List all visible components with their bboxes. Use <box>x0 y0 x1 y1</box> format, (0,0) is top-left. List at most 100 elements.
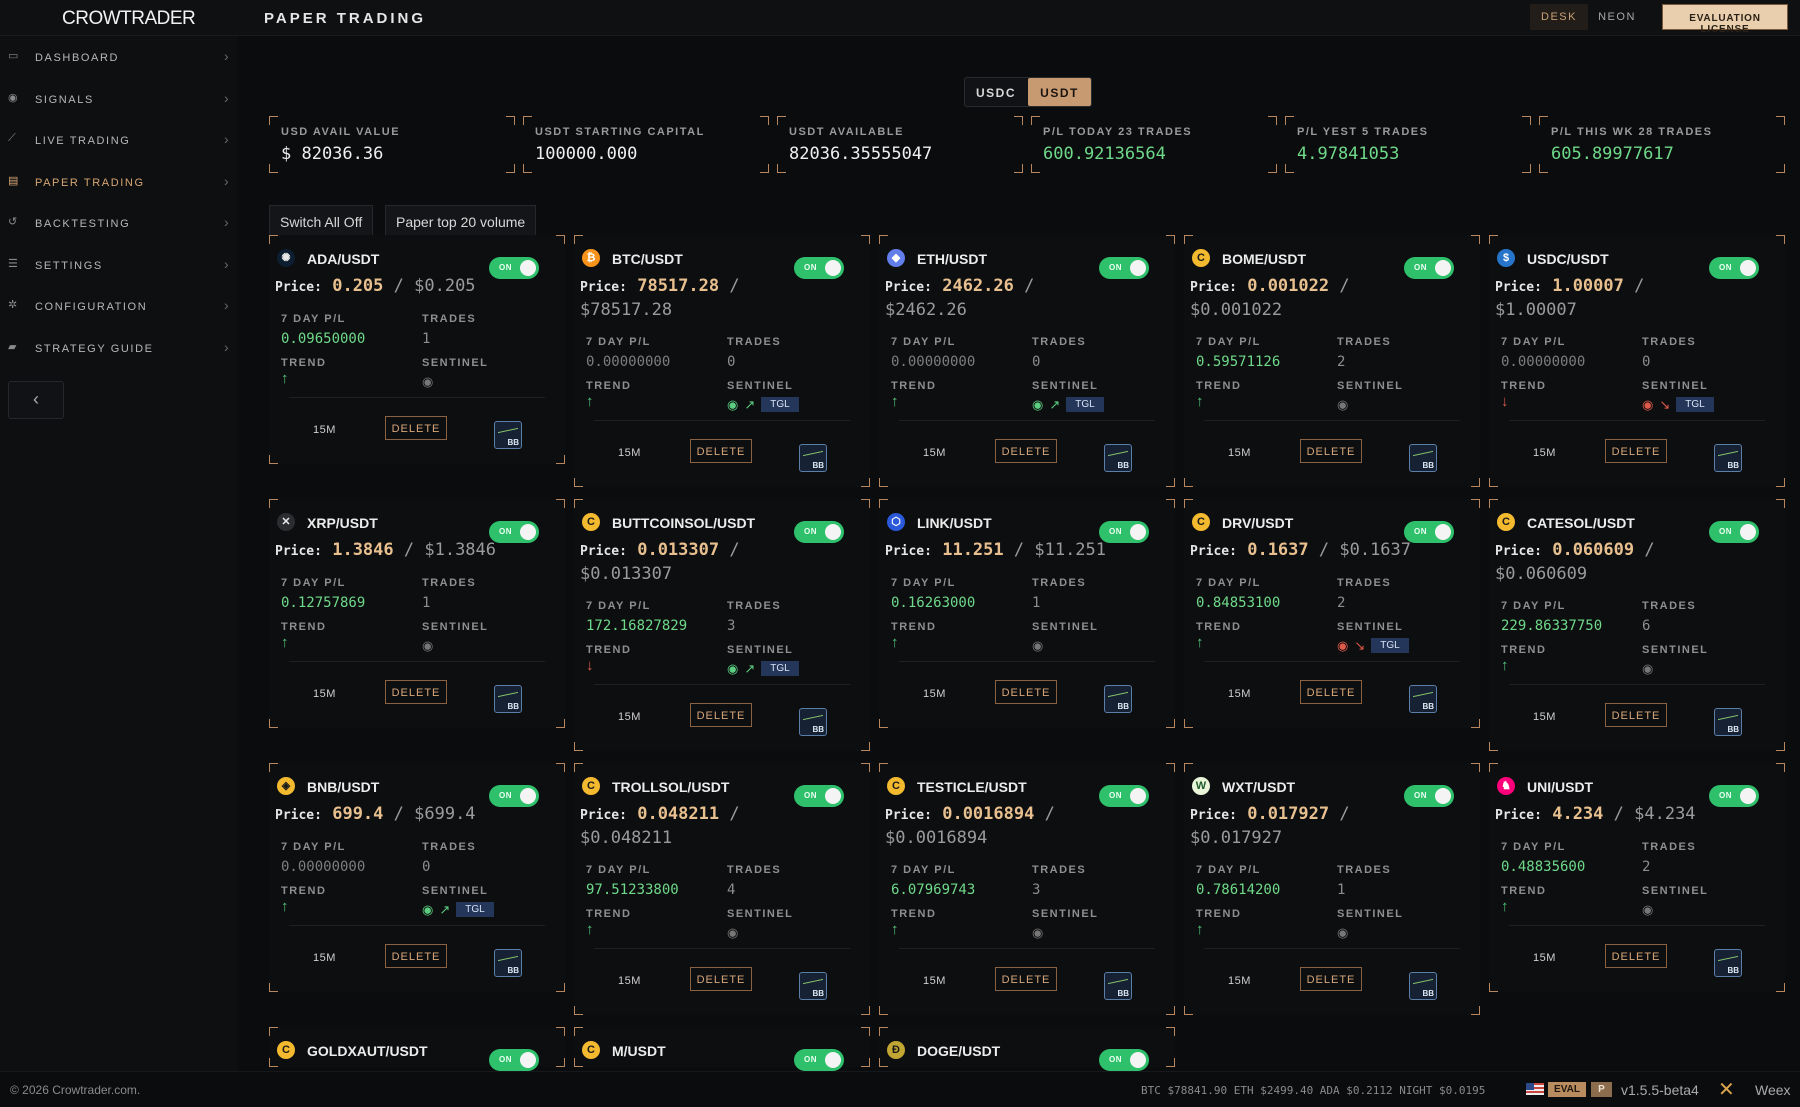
tgl-badge[interactable]: TGL <box>456 902 494 918</box>
delete-button[interactable]: DELETE <box>690 967 752 991</box>
corner-bracket <box>1471 763 1480 772</box>
enable-toggle[interactable]: ON <box>794 1049 844 1071</box>
delete-button[interactable]: DELETE <box>385 944 447 968</box>
delete-button[interactable]: DELETE <box>1605 439 1667 463</box>
corner-bracket <box>1031 164 1040 173</box>
delete-button[interactable]: DELETE <box>1300 439 1362 463</box>
bollinger-bands-icon[interactable]: BB <box>1714 949 1742 977</box>
eval-badge: EVAL <box>1548 1082 1586 1097</box>
bollinger-bands-icon[interactable]: BB <box>494 685 522 713</box>
delete-button[interactable]: DELETE <box>385 416 447 440</box>
currency-usdt-button[interactable]: USDT <box>1028 78 1091 106</box>
bollinger-bands-icon[interactable]: BB <box>1104 444 1132 472</box>
price-label: Price: <box>580 544 627 559</box>
collapse-sidebar-button[interactable]: ‹ <box>8 381 64 419</box>
corner-bracket <box>556 983 565 992</box>
delete-button[interactable]: DELETE <box>690 439 752 463</box>
toggle-label: ON <box>804 527 817 536</box>
chart-line-icon: ⟋ <box>8 132 16 144</box>
bollinger-bands-icon[interactable]: BB <box>799 708 827 736</box>
sidebar-item-label: SETTINGS <box>35 259 103 272</box>
evaluation-license-button[interactable]: EVALUATION LICENSE <box>1662 4 1788 35</box>
switch-all-off-button[interactable]: Switch All Off <box>269 205 374 237</box>
trend-up-icon: ↑ <box>281 370 289 387</box>
app-logo[interactable]: CROWTRADER <box>62 8 196 30</box>
tgl-badge[interactable]: TGL <box>1066 397 1104 413</box>
sidebar-item-backtesting[interactable]: ↺ BACKTESTING › <box>0 202 238 242</box>
pl-7day-label: 7 DAY P/L <box>891 864 956 876</box>
trend-up-icon: ↑ <box>891 393 899 410</box>
corner-bracket <box>879 719 888 728</box>
pl-7day-value: 0.48835600 <box>1501 859 1586 875</box>
pair-name: LINK/USDT <box>917 515 992 531</box>
corner-bracket <box>269 455 278 464</box>
sidebar-item-live-trading[interactable]: ⟋ LIVE TRADING › <box>0 119 238 159</box>
paper-top20-volume-button[interactable]: Paper top 20 volume <box>385 205 537 237</box>
corner-bracket <box>1031 116 1040 125</box>
tgl-badge[interactable]: TGL <box>761 661 799 677</box>
chevron-right-icon: › <box>224 214 229 230</box>
bollinger-bands-icon[interactable]: BB <box>1104 685 1132 713</box>
delete-button[interactable]: DELETE <box>1300 680 1362 704</box>
corner-bracket <box>1166 1006 1175 1015</box>
enable-toggle[interactable]: ON <box>489 1049 539 1071</box>
tgl-badge[interactable]: TGL <box>761 397 799 413</box>
corner-bracket <box>1166 763 1175 772</box>
delete-button[interactable]: DELETE <box>1605 703 1667 727</box>
price-line: Price: 1.00007 / $1.00007 <box>1495 276 1645 320</box>
price-label: Price: <box>1190 280 1237 295</box>
sidebar-item-paper-trading[interactable]: ▤ PAPER TRADING › <box>0 161 238 201</box>
pair-name: ADA/USDT <box>307 251 380 267</box>
tgl-badge[interactable]: TGL <box>1676 397 1714 413</box>
us-flag-icon[interactable] <box>1526 1083 1544 1095</box>
stat-value: 82036.35555047 <box>789 144 933 164</box>
sidebar-item-label: DASHBOARD <box>35 52 120 64</box>
sidebar-item-strategy-guide[interactable]: ▰ STRATEGY GUIDE › <box>0 327 238 367</box>
toggle-label: ON <box>1414 527 1427 536</box>
toggle-knob <box>1740 260 1756 276</box>
bollinger-bands-icon[interactable]: BB <box>494 421 522 449</box>
corner-bracket <box>1489 478 1498 487</box>
price-label: Price: <box>580 280 627 295</box>
pair-name: BTC/USDT <box>612 251 683 267</box>
sidebar-item-configuration[interactable]: ✲ CONFIGURATION › <box>0 285 238 325</box>
delete-button[interactable]: DELETE <box>1605 944 1667 968</box>
bollinger-bands-icon[interactable]: BB <box>1409 972 1437 1000</box>
sidebar-item-signals[interactable]: ◉ SIGNALS › <box>0 78 238 118</box>
bollinger-bands-icon[interactable]: BB <box>1409 444 1437 472</box>
stat-box: P/L THIS WK 28 TRADES 605.89977617 <box>1539 116 1785 173</box>
bollinger-bands-icon[interactable]: BB <box>1714 444 1742 472</box>
sidebar-item-dashboard[interactable]: ▭ DASHBOARD › <box>0 36 238 76</box>
trollsol-icon: C <box>582 777 600 795</box>
bollinger-bands-icon[interactable]: BB <box>1104 972 1132 1000</box>
corner-bracket <box>879 1027 888 1036</box>
toggle-knob <box>1435 260 1451 276</box>
pair-name: GOLDXAUT/USDT <box>307 1043 428 1059</box>
trades-value: 3 <box>1032 882 1041 898</box>
delete-button[interactable]: DELETE <box>1300 967 1362 991</box>
desk-theme-button[interactable]: DESK <box>1530 4 1588 30</box>
delete-button[interactable]: DELETE <box>690 703 752 727</box>
neon-theme-button[interactable]: NEON <box>1588 4 1646 30</box>
trading-pair-card: C TESTICLE/USDT ON Price: 0.0016894 / $0.00… <box>879 763 1175 1015</box>
toggle-knob <box>520 1052 536 1068</box>
tgl-badge[interactable]: TGL <box>1371 638 1409 654</box>
delete-button[interactable]: DELETE <box>995 439 1057 463</box>
sentinel-indicators: ◉ <box>1337 924 1348 940</box>
enable-toggle[interactable]: ON <box>1099 1049 1149 1071</box>
bollinger-bands-icon[interactable]: BB <box>494 949 522 977</box>
delete-button[interactable]: DELETE <box>385 680 447 704</box>
bollinger-bands-icon[interactable]: BB <box>1409 685 1437 713</box>
bollinger-bands-icon[interactable]: BB <box>799 972 827 1000</box>
toggle-label: ON <box>804 263 817 272</box>
trading-pair-card: ◆ ETH/USDT ON Price: 2462.26 / $2462.26 7 DA… <box>879 235 1175 487</box>
corner-bracket <box>777 164 786 173</box>
currency-usdc-button[interactable]: USDC <box>965 78 1027 106</box>
corner-bracket <box>879 499 888 508</box>
delete-button[interactable]: DELETE <box>995 680 1057 704</box>
bollinger-bands-icon[interactable]: BB <box>1714 708 1742 736</box>
sidebar-item-settings[interactable]: ☰ SETTINGS › <box>0 244 238 284</box>
corner-bracket <box>574 763 583 772</box>
bollinger-bands-icon[interactable]: BB <box>799 444 827 472</box>
delete-button[interactable]: DELETE <box>995 967 1057 991</box>
